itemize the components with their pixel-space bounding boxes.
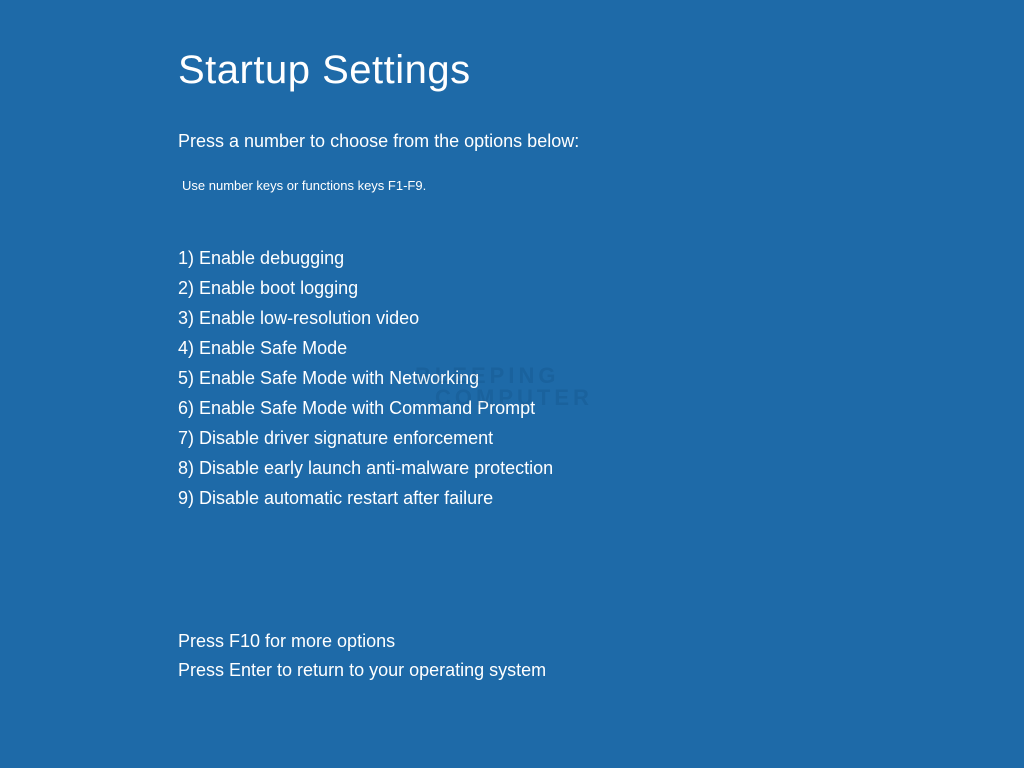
options-list: 1) Enable debugging 2) Enable boot loggi… xyxy=(178,243,1024,513)
option-4[interactable]: 4) Enable Safe Mode xyxy=(178,333,1024,363)
option-9[interactable]: 9) Disable automatic restart after failu… xyxy=(178,483,1024,513)
option-7[interactable]: 7) Disable driver signature enforcement xyxy=(178,423,1024,453)
sub-instruction: Use number keys or functions keys F1-F9. xyxy=(178,178,1024,193)
page-title: Startup Settings xyxy=(178,48,1024,93)
footer-more-options: Press F10 for more options xyxy=(178,627,1024,656)
option-6[interactable]: 6) Enable Safe Mode with Command Prompt xyxy=(178,393,1024,423)
option-1[interactable]: 1) Enable debugging xyxy=(178,243,1024,273)
option-8[interactable]: 8) Disable early launch anti-malware pro… xyxy=(178,453,1024,483)
option-2[interactable]: 2) Enable boot logging xyxy=(178,273,1024,303)
main-instruction: Press a number to choose from the option… xyxy=(178,131,1024,152)
startup-settings-screen: Startup Settings Press a number to choos… xyxy=(0,0,1024,685)
option-3[interactable]: 3) Enable low-resolution video xyxy=(178,303,1024,333)
option-5[interactable]: 5) Enable Safe Mode with Networking xyxy=(178,363,1024,393)
footer-return: Press Enter to return to your operating … xyxy=(178,656,1024,685)
